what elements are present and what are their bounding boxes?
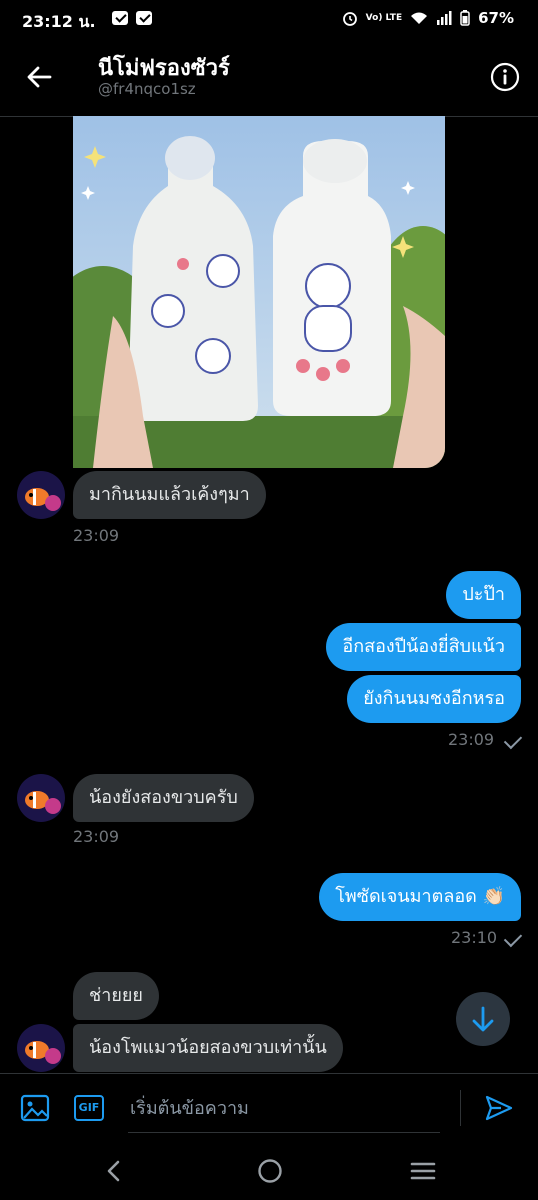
signal-icon: [437, 11, 452, 25]
info-icon[interactable]: [490, 62, 520, 92]
status-indicators: Vo) LTE 67%: [342, 9, 514, 27]
avatar[interactable]: [17, 774, 65, 822]
message-bubble-outgoing[interactable]: โพซัดเจนมาตลอด 👏🏻: [319, 873, 521, 921]
conversation-handle: @fr4nqco1sz: [98, 80, 196, 98]
message-bubble-outgoing[interactable]: อีกสองปีน้องยี่สิบแน้ว: [326, 623, 521, 671]
send-icon[interactable]: [484, 1094, 514, 1122]
battery-icon: [460, 10, 470, 26]
composer-divider: [460, 1090, 461, 1126]
message-timestamp: 23:10: [451, 928, 498, 947]
avatar[interactable]: [17, 471, 65, 519]
network-type: Vo) LTE: [365, 12, 403, 23]
battery-level: 67%: [478, 9, 514, 27]
gif-label: GIF: [78, 1101, 100, 1114]
gif-icon[interactable]: GIF: [74, 1095, 104, 1121]
status-bar: 23:12 น. Vo) LTE 67%: [0, 0, 538, 40]
status-time: 23:12 น.: [22, 12, 96, 31]
notification-icon: [112, 11, 128, 25]
alarm-icon: [342, 12, 357, 26]
conversation-header: นีโม่ฟรองซัวร์ @fr4nqco1sz: [0, 40, 538, 117]
scroll-to-bottom-button[interactable]: [456, 992, 510, 1046]
message-bubble-incoming[interactable]: มากินนมแล้วเค้งๆมา: [73, 471, 266, 519]
back-arrow-icon[interactable]: [24, 62, 54, 92]
message-timestamp: 23:09: [448, 730, 495, 749]
avatar[interactable]: [17, 1024, 65, 1072]
message-timestamp: 23:09: [73, 827, 120, 846]
message-bubble-incoming[interactable]: น้องยังสองขวบครับ: [73, 774, 254, 822]
message-bubble-outgoing[interactable]: ปะป๊า: [446, 571, 521, 619]
shared-photo[interactable]: [73, 116, 445, 468]
message-timestamp: 23:09: [73, 526, 120, 545]
nav-recents-icon[interactable]: [410, 1160, 436, 1182]
image-icon[interactable]: [20, 1094, 50, 1122]
wifi-icon: [411, 12, 428, 24]
nav-home-icon[interactable]: [257, 1158, 283, 1184]
message-composer: GIF: [0, 1073, 538, 1142]
nav-back-icon[interactable]: [102, 1159, 126, 1183]
message-bubble-outgoing[interactable]: ยังกินนมชงอีกหรอ: [347, 675, 521, 723]
sent-check-icon: [503, 730, 523, 750]
arrow-down-icon: [472, 1006, 494, 1032]
message-input[interactable]: [128, 1084, 440, 1133]
message-bubble-incoming[interactable]: ช่ายยย: [73, 972, 159, 1020]
sent-check-icon: [503, 928, 523, 948]
message-bubble-incoming[interactable]: น้องโพแมวน้อยสองขวบเท่านั้น: [73, 1024, 343, 1072]
system-nav-bar: [0, 1141, 538, 1200]
baby-bottles-photo: [73, 116, 445, 468]
notification-icon: [136, 11, 152, 25]
